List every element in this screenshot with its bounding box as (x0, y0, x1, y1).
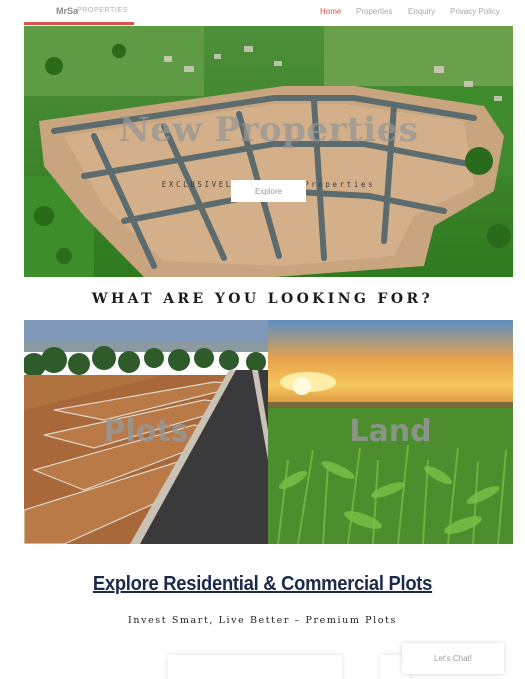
chat-button[interactable]: Let's Chat! (402, 643, 504, 674)
property-card[interactable] (168, 655, 342, 679)
hero-title: New Properties (118, 110, 419, 150)
category-card-plots[interactable]: Plots (24, 320, 268, 544)
nav-enquiry[interactable]: Enquiry (408, 7, 435, 16)
nav-privacy-policy[interactable]: Privacy Policy (450, 7, 500, 16)
logo-subtext: PROPERTIES (77, 7, 128, 14)
nav-home[interactable]: Home (320, 7, 341, 16)
hero-banner: New Properties EXCLUSIVELY BY MrSa Prope… (24, 26, 513, 277)
category-label-land: Land (349, 414, 432, 449)
nav-properties[interactable]: Properties (356, 7, 392, 16)
explore-plots-heading[interactable]: Explore Residential & Commercial Plots (21, 573, 504, 596)
category-label-plots: Plots (103, 414, 189, 449)
site-header: MrSa PROPERTIES Home Properties Enquiry … (0, 0, 525, 26)
logo-text: MrSa (56, 6, 79, 16)
section-heading: WHAT ARE YOU LOOKING FOR? (91, 291, 434, 307)
explore-button[interactable]: Explore (231, 180, 306, 202)
explore-plots-subheading: Invest Smart, Live Better – Premium Plot… (128, 615, 397, 626)
hero-aerial-image (24, 26, 513, 277)
category-card-land[interactable]: Land (268, 320, 513, 544)
site-logo[interactable]: MrSa PROPERTIES (24, 0, 134, 25)
